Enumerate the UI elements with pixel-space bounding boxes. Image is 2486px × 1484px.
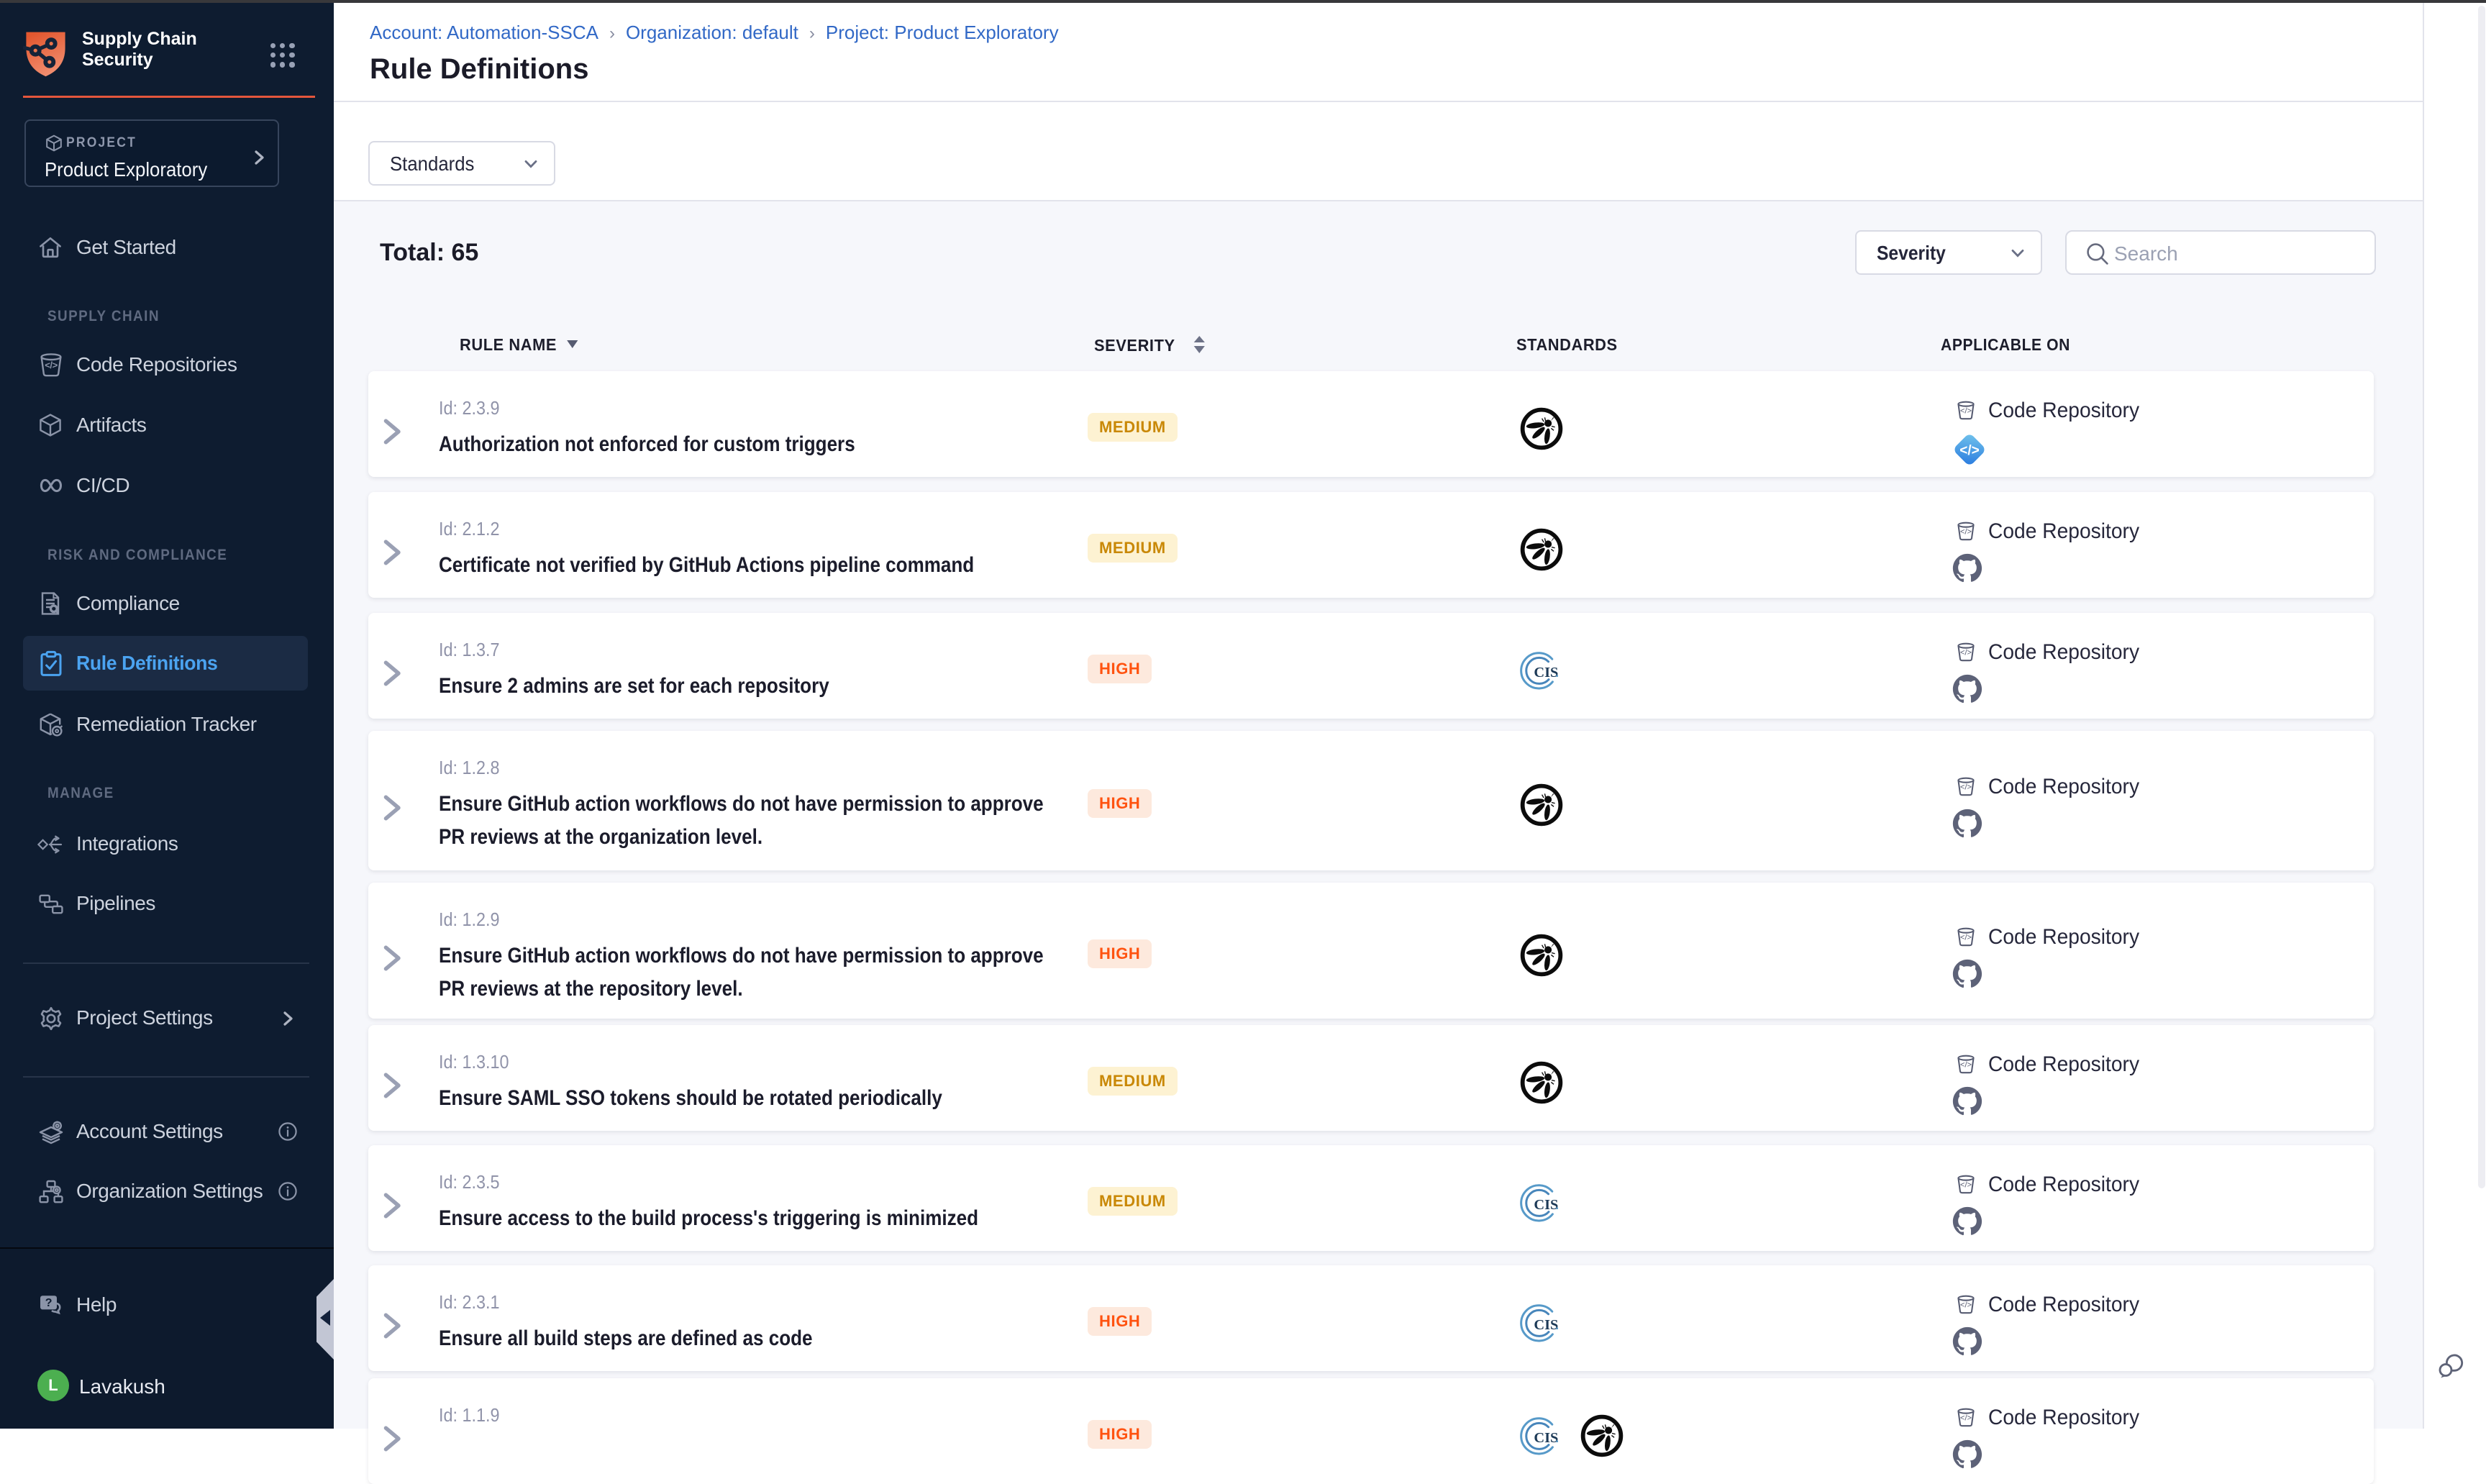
svg-text:</>: </> (1959, 442, 1979, 458)
svg-text:CIS: CIS (1534, 664, 1558, 680)
svg-text:CIS: CIS (1534, 1196, 1558, 1212)
svg-text:CIS: CIS (1534, 1316, 1558, 1332)
svg-text:CIS: CIS (1534, 1429, 1558, 1445)
svg-text:?: ? (45, 1297, 52, 1309)
svg-text:</>: </> (45, 360, 58, 370)
